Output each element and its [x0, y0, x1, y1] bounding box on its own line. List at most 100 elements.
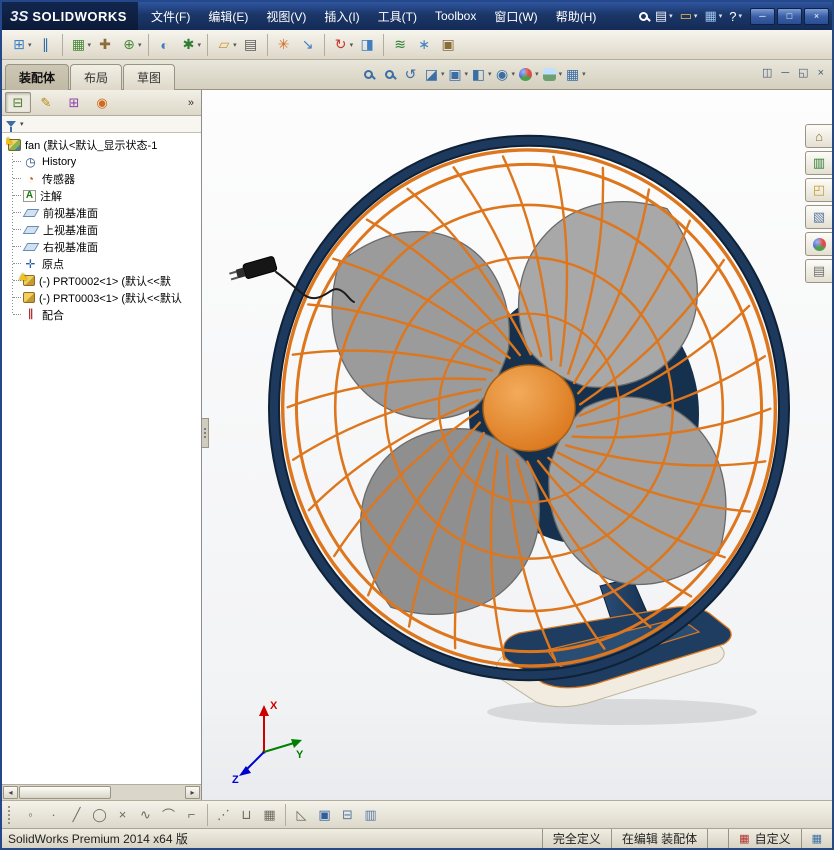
zoom-to-area-icon[interactable]: [380, 63, 399, 85]
filter-bar[interactable]: ▾: [2, 116, 201, 133]
filter-icon[interactable]: [6, 121, 16, 132]
menu-item[interactable]: 窗口(W): [485, 2, 546, 30]
sketch-spline-icon[interactable]: ∿: [134, 804, 157, 826]
measure-icon[interactable]: ∗: [412, 33, 436, 57]
display-style-icon[interactable]: ◧: [469, 63, 488, 85]
appearances-tab[interactable]: [805, 232, 832, 256]
commandmanager-tab[interactable]: 草图: [123, 64, 176, 90]
doc-restore-button[interactable]: ◱: [798, 66, 808, 79]
isometric-view-cube-icon[interactable]: ▣: [313, 804, 336, 826]
scroll-left-button[interactable]: ◂: [3, 786, 18, 799]
sketch-points-pattern-icon[interactable]: ⋰: [212, 804, 235, 826]
view-settings-icon[interactable]: ▦: [563, 63, 582, 85]
dropdown-caret-icon[interactable]: ▾: [138, 41, 142, 49]
panel-hscrollbar[interactable]: ◂ ▸: [2, 784, 201, 800]
display-manager-tab[interactable]: ◉: [89, 92, 115, 113]
dropdown-caret-icon[interactable]: ▾: [535, 70, 539, 78]
view-orientation-icon[interactable]: ▣: [446, 63, 465, 85]
dropdown-caret-icon[interactable]: ▾: [719, 12, 723, 20]
sketch-corner-icon[interactable]: ⌐: [180, 804, 203, 826]
save-button[interactable]: ▦ ▾: [704, 8, 722, 24]
smart-fasteners-icon[interactable]: ✚: [93, 33, 117, 57]
dropdown-caret-icon[interactable]: ▾: [559, 70, 563, 78]
angle-snap-icon[interactable]: ◺: [290, 804, 313, 826]
doc-minimize-button[interactable]: ─: [781, 66, 789, 79]
dropdown-caret-icon[interactable]: ▾: [441, 70, 445, 78]
dropdown-caret-icon[interactable]: ▾: [198, 41, 202, 49]
open-button[interactable]: ▭ ▾: [680, 8, 698, 24]
tree-item[interactable]: 上视基准面: [6, 221, 201, 238]
dropdown-caret-icon[interactable]: ▾: [350, 41, 354, 49]
new-document-button[interactable]: ▤ ▾: [655, 8, 673, 24]
section-display-icon[interactable]: ⊟: [336, 804, 359, 826]
doc-close-button[interactable]: ×: [818, 66, 824, 79]
scroll-right-button[interactable]: ▸: [185, 786, 200, 799]
menu-item[interactable]: 工具(T): [369, 2, 426, 30]
toolbar-grip[interactable]: [8, 805, 12, 824]
dropdown-caret-icon[interactable]: ▾: [669, 12, 673, 20]
mate-icon[interactable]: ∥: [34, 33, 58, 57]
menu-item[interactable]: Toolbox: [426, 2, 485, 30]
commandmanager-tab[interactable]: 布局: [70, 64, 123, 90]
maximize-button[interactable]: □: [777, 7, 802, 25]
sketch-point-icon[interactable]: ·: [42, 804, 65, 826]
dropdown-caret-icon[interactable]: ▾: [488, 70, 492, 78]
sketch-cross-icon[interactable]: ×: [111, 804, 134, 826]
scroll-thumb[interactable]: [19, 786, 111, 799]
sketch-circle-icon[interactable]: ◯: [88, 804, 111, 826]
sketch-arc-icon[interactable]: ⌒: [157, 804, 180, 826]
table-display-icon[interactable]: ▥: [359, 804, 382, 826]
dropdown-caret-icon[interactable]: ▾: [738, 12, 742, 20]
previous-view-icon[interactable]: ↺: [401, 63, 420, 85]
section-view-icon[interactable]: ◪: [422, 63, 441, 85]
tree-item[interactable]: 原点: [6, 255, 201, 272]
menu-item[interactable]: 插入(I): [315, 2, 368, 30]
viewport-layout-button[interactable]: ◫: [762, 66, 772, 79]
custom-properties-tab[interactable]: ▤: [805, 259, 832, 283]
commandmanager-tab[interactable]: 装配体: [5, 64, 70, 90]
menu-item[interactable]: 编辑(E): [199, 2, 257, 30]
tree-item[interactable]: 注解: [6, 187, 201, 204]
edit-appearance-icon[interactable]: [516, 63, 535, 85]
menu-item[interactable]: 帮助(H): [547, 2, 606, 30]
help-button[interactable]: ? ▾: [729, 9, 742, 24]
snapshot-icon[interactable]: ◨: [355, 33, 379, 57]
show-hidden-components-icon[interactable]: ◐: [153, 33, 177, 57]
sketch-line-icon[interactable]: ╱: [65, 804, 88, 826]
panel-splitter-handle[interactable]: [202, 418, 209, 448]
dropdown-caret-icon[interactable]: ▾: [512, 70, 516, 78]
grid-display-icon[interactable]: ▦: [258, 804, 281, 826]
mass-properties-icon[interactable]: ▣: [436, 33, 460, 57]
dropdown-caret-icon[interactable]: ▾: [88, 41, 92, 49]
view-palette-tab[interactable]: ▧: [805, 205, 832, 229]
tree-item[interactable]: 配合: [6, 306, 201, 323]
exploded-view-icon[interactable]: ✳: [272, 33, 296, 57]
feature-manager-tab[interactable]: ⊟: [5, 92, 31, 113]
dropdown-caret-icon[interactable]: ▾: [28, 41, 32, 49]
design-library-tab[interactable]: ▥: [805, 151, 832, 175]
graphics-area[interactable]: ⌂ ▥ ◰ ▧ ▤ X Y Z: [202, 90, 832, 800]
menu-item[interactable]: 视图(V): [257, 2, 315, 30]
dropdown-caret-icon[interactable]: ▾: [582, 70, 586, 78]
tree-item[interactable]: 传感器: [6, 170, 201, 187]
close-button[interactable]: ×: [804, 7, 829, 25]
overflow-chevron-icon[interactable]: »: [188, 97, 198, 109]
tree-item[interactable]: (-) PRT0002<1> (默认<<默: [6, 272, 201, 289]
apply-scene-icon[interactable]: [540, 63, 559, 85]
instant-3d-icon[interactable]: ↘: [296, 33, 320, 57]
tree-item[interactable]: (-) PRT0003<1> (默认<<默认: [6, 289, 201, 306]
grid-snap-icon[interactable]: ⊔: [235, 804, 258, 826]
dropdown-caret-icon[interactable]: ▾: [233, 41, 237, 49]
file-explorer-tab[interactable]: ◰: [805, 178, 832, 202]
minimize-button[interactable]: ─: [750, 7, 775, 25]
tree-item[interactable]: 右视基准面: [6, 238, 201, 255]
select-tool-icon[interactable]: ◦: [19, 804, 42, 826]
tree-item[interactable]: History: [6, 153, 201, 170]
tree-item[interactable]: fan (默认<默认_显示状态-1: [6, 136, 201, 153]
configuration-manager-tab[interactable]: ⊞: [61, 92, 87, 113]
hide-show-items-icon[interactable]: ◉: [493, 63, 512, 85]
menu-item[interactable]: 文件(F): [142, 2, 199, 30]
tree-item[interactable]: 前视基准面: [6, 204, 201, 221]
filter-caret-icon[interactable]: ▾: [20, 120, 24, 128]
dropdown-caret-icon[interactable]: ▾: [694, 12, 698, 20]
